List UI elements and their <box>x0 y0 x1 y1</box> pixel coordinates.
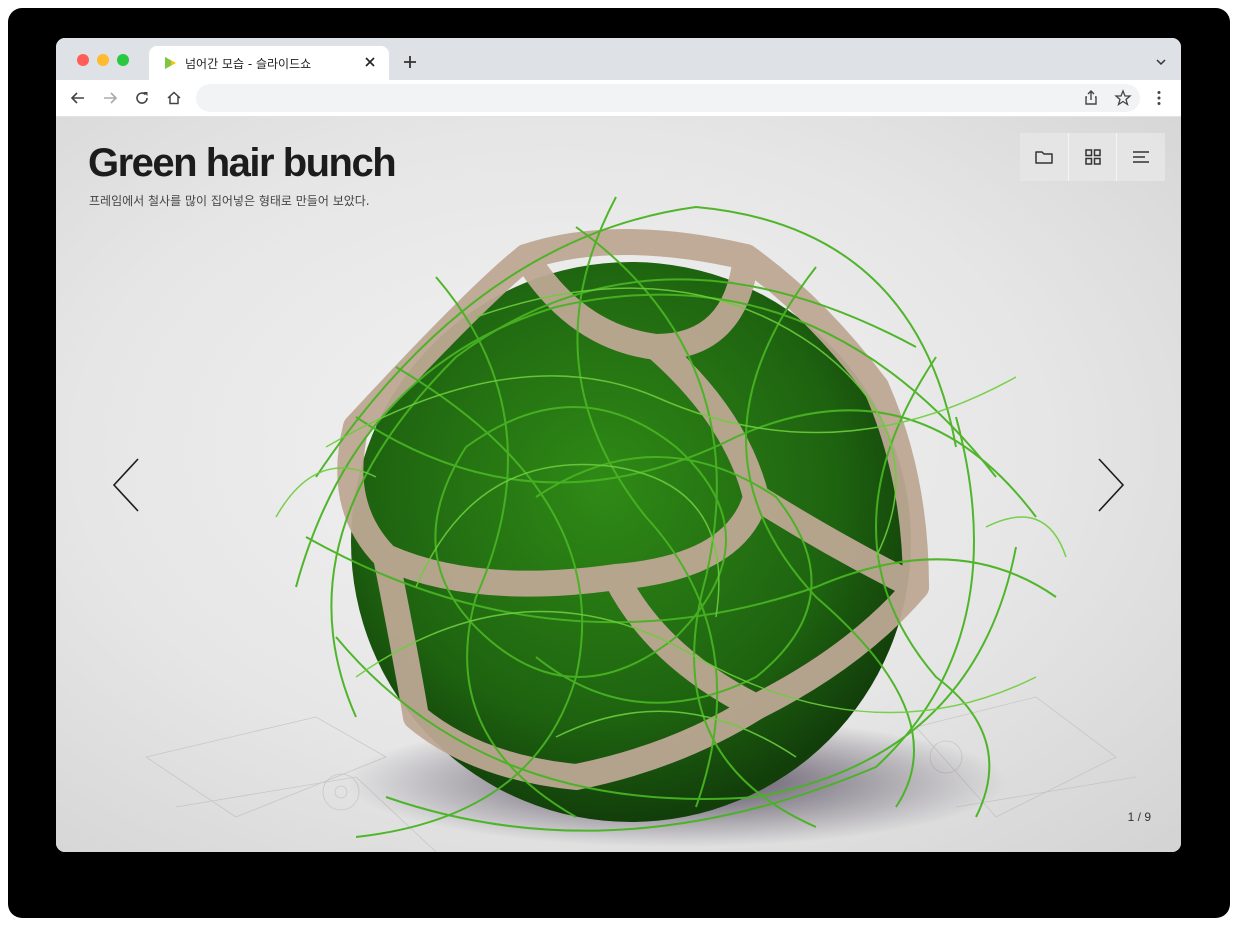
folder-icon <box>1035 151 1053 164</box>
folder-button[interactable] <box>1020 133 1069 181</box>
share-icon[interactable] <box>1082 89 1100 107</box>
forward-arrow-icon[interactable] <box>101 89 119 107</box>
play-triangle-icon <box>165 57 176 69</box>
address-bar[interactable] <box>196 84 1140 112</box>
next-slide-button[interactable] <box>1096 457 1126 513</box>
slide-image <box>145 196 1137 852</box>
bookmark-star-icon[interactable] <box>1114 89 1132 107</box>
slide-counter: 1 / 9 <box>1127 810 1151 824</box>
grid-view-button[interactable] <box>1069 133 1118 181</box>
slideshow-viewport: Green hair bunch 프레임에서 철사를 많이 집어넣은 형태로 만… <box>56 117 1181 852</box>
home-icon[interactable] <box>165 89 183 107</box>
list-menu-icon <box>1133 151 1150 163</box>
minimize-window-button[interactable] <box>97 54 109 66</box>
kebab-menu-icon[interactable] <box>1150 89 1168 107</box>
list-view-button[interactable] <box>1117 133 1165 181</box>
previous-slide-button[interactable] <box>111 457 141 513</box>
reload-icon[interactable] <box>133 89 151 107</box>
browser-toolbar <box>56 80 1181 117</box>
slide-title: Green hair bunch <box>88 141 397 185</box>
url-input[interactable] <box>212 88 1076 110</box>
back-arrow-icon[interactable] <box>69 89 87 107</box>
view-controls <box>1020 133 1165 181</box>
maximize-window-button[interactable] <box>117 54 129 66</box>
tab-bar: 넘어간 모습 - 슬라이드쇼 <box>56 38 1181 80</box>
close-tab-icon[interactable] <box>363 55 377 69</box>
browser-window: 넘어간 모습 - 슬라이드쇼 Green hair bunch 프레임에서 철사… <box>56 38 1181 852</box>
slide-subtitle: 프레임에서 철사를 많이 집어넣은 형태로 만들어 보았다. <box>89 194 370 208</box>
close-window-button[interactable] <box>77 54 89 66</box>
new-tab-icon[interactable] <box>402 54 418 70</box>
grid-icon <box>1084 149 1101 165</box>
chevron-down-icon[interactable] <box>1155 56 1167 68</box>
tab-active[interactable]: 넘어간 모습 - 슬라이드쇼 <box>149 46 389 80</box>
tab-title: 넘어간 모습 - 슬라이드쇼 <box>185 57 312 71</box>
